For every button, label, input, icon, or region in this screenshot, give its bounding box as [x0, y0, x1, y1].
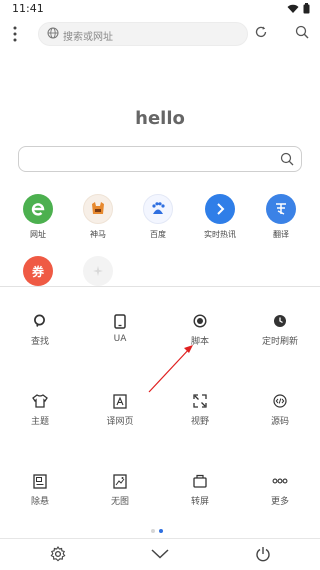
more-icon [272, 473, 288, 489]
coupon-icon: 券 [23, 256, 53, 286]
menu-more[interactable]: 更多 [240, 473, 320, 507]
menu-label: 查找 [30, 337, 49, 347]
menu-label: 定时刷新 [261, 337, 298, 347]
shortcut-label: 翻译 [273, 230, 289, 239]
battery-icon [303, 3, 310, 14]
menu-translate-page[interactable]: 译网页 [80, 393, 160, 427]
menu-label: UA [113, 334, 127, 344]
menu-label: 视野 [190, 417, 209, 427]
menu-no-image[interactable]: 无图 [80, 473, 160, 507]
wifi-icon [287, 4, 299, 13]
menu-script[interactable]: 脚本 [160, 313, 240, 347]
shortcut-realtime-news[interactable]: 实时热讯 [192, 194, 248, 240]
menu-view[interactable]: 视野 [160, 393, 240, 427]
bottom-bar [0, 538, 320, 570]
translate-page-icon [112, 393, 128, 409]
menu-label: 主题 [30, 417, 49, 427]
menu-rotate-screen[interactable]: 转屏 [160, 473, 240, 507]
menu-source-code[interactable]: 源码 [240, 393, 320, 427]
address-bar[interactable]: 搜索或网址 [38, 22, 248, 46]
home-search-input[interactable] [18, 146, 302, 172]
shortcut-label: 百度 [150, 230, 166, 239]
expand-icon [192, 393, 208, 409]
search-icon[interactable] [295, 25, 309, 39]
arrow-icon [205, 194, 235, 224]
shenma-icon [83, 194, 113, 224]
menu-label: 脚本 [190, 337, 209, 347]
refresh-icon[interactable] [254, 25, 268, 39]
page-dot-active [159, 529, 163, 533]
overflow-menu-icon[interactable] [10, 24, 20, 44]
globe-icon [47, 27, 59, 39]
browser-toolbar: 搜索或网址 [0, 20, 320, 48]
menu-label: 转屏 [190, 497, 209, 507]
menu-label: 译网页 [106, 417, 134, 427]
menu-ua[interactable]: UA [80, 313, 160, 344]
menu-find[interactable]: 查找 [0, 313, 80, 347]
shortcut-label: 神马 [90, 230, 106, 239]
chevron-down-icon[interactable] [151, 549, 169, 559]
settings-gear-icon[interactable] [50, 546, 66, 562]
shortcut-plane[interactable] [70, 256, 126, 286]
code-icon [272, 393, 288, 409]
translate-icon [266, 194, 296, 224]
power-icon[interactable] [255, 546, 271, 562]
menu-label: 更多 [270, 497, 289, 507]
baidu-icon [143, 194, 173, 224]
page-dot [151, 529, 155, 533]
find-icon [32, 313, 48, 329]
home-greeting: hello [135, 108, 185, 129]
shirt-icon [32, 393, 48, 409]
clock-icon [272, 313, 288, 329]
search-icon[interactable] [280, 152, 294, 166]
e-icon [23, 194, 53, 224]
shortcut-label: 网址 [30, 230, 46, 239]
shortcut-coupon[interactable]: 券 [10, 256, 66, 286]
shortcut-label: 实时热讯 [204, 230, 236, 239]
menu-label: 除悬 [30, 497, 49, 507]
menu-remove-float[interactable]: 除悬 [0, 473, 80, 507]
menu-timed-refresh[interactable]: 定时刷新 [240, 313, 320, 347]
shortcut-wangzhi[interactable]: 网址 [10, 194, 66, 240]
shortcut-baidu[interactable]: 百度 [130, 194, 186, 240]
menu-theme[interactable]: 主题 [0, 393, 80, 427]
status-bar: 11:41 [0, 0, 320, 18]
script-icon [192, 313, 208, 329]
address-bar-placeholder: 搜索或网址 [63, 32, 113, 43]
rotate-icon [192, 473, 208, 489]
no-image-icon [112, 473, 128, 489]
shortcut-translate[interactable]: 翻译 [253, 194, 309, 240]
phone-icon [112, 313, 128, 329]
page-indicator [151, 529, 163, 533]
remove-float-icon [32, 473, 48, 489]
status-icons [287, 3, 310, 14]
status-time: 11:41 [12, 2, 44, 15]
menu-label: 源码 [270, 417, 289, 427]
menu-label: 无图 [110, 497, 129, 507]
plane-icon [83, 256, 113, 286]
shortcut-shenma[interactable]: 神马 [70, 194, 126, 240]
